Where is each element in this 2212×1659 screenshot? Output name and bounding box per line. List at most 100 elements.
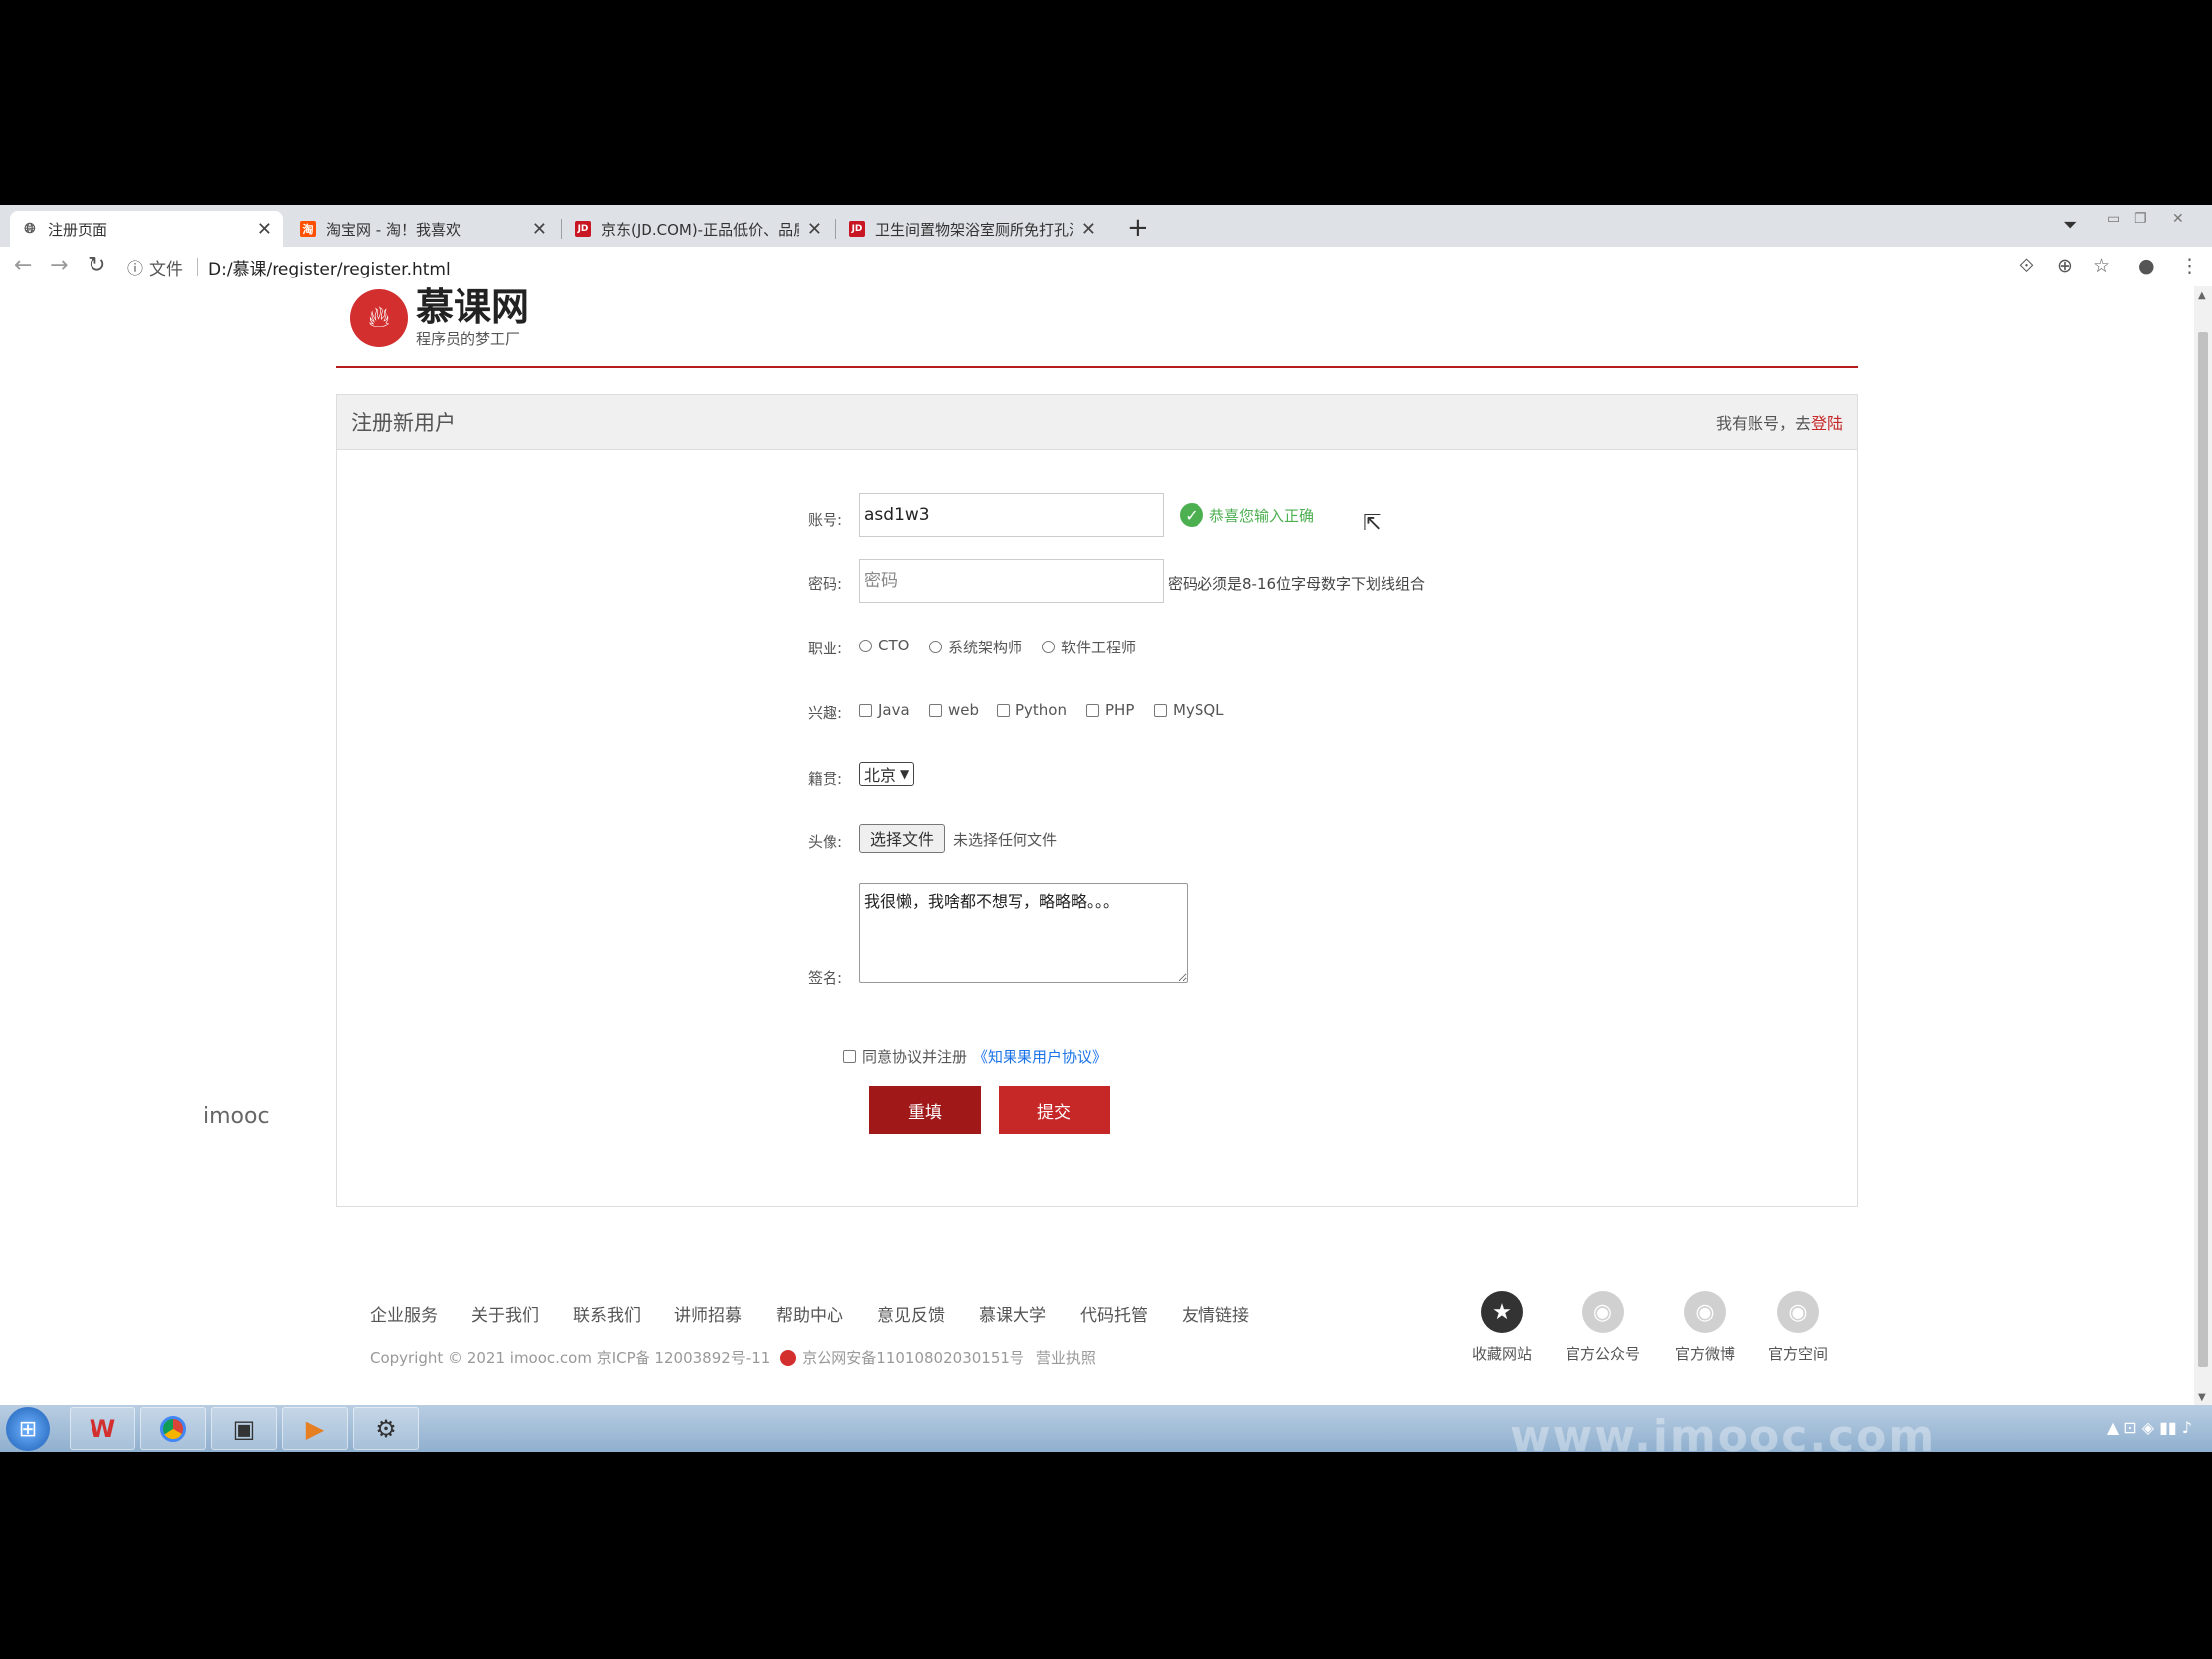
login-link[interactable]: 登陆	[1811, 414, 1843, 433]
tab-taobao[interactable]: 淘 淘宝网 - 淘！我喜欢 ✕	[288, 211, 559, 247]
social-weibo[interactable]: ◉ 官方微博	[1675, 1291, 1735, 1364]
footer-link-friends[interactable]: 友情链接	[1182, 1301, 1249, 1326]
submit-button[interactable]: 提交	[999, 1086, 1110, 1134]
job-option-architect[interactable]: 系统架构师	[929, 637, 1022, 657]
social-favorite[interactable]: ★ 收藏网站	[1472, 1291, 1532, 1364]
tab-title: 注册页面	[48, 220, 108, 239]
panel-title: 注册新用户	[351, 411, 456, 435]
checkbox[interactable]	[859, 703, 872, 717]
windows-start-icon[interactable]: ⊞	[6, 1407, 50, 1451]
tab-jd[interactable]: JD 京东(JD.COM)-正品低价、品质 ✕	[563, 211, 833, 247]
footer-links: 企业服务 关于我们 联系我们 讲师招募 帮助中心 意见反馈 慕课大学 代码托管 …	[370, 1301, 1249, 1326]
business-license[interactable]: 营业执照	[1036, 1347, 1096, 1368]
page-scrollbar[interactable]: ▲ ▼	[2194, 286, 2212, 1405]
browser-toolbar: ← → ↻ ⓘ 文件 D:/慕课/register/register.html …	[0, 247, 2212, 287]
tab-register-page[interactable]: 🌐︎ 注册页面 ✕	[10, 211, 283, 247]
wps-app-icon[interactable]: W	[70, 1407, 135, 1450]
chrome-app-icon[interactable]	[140, 1407, 206, 1450]
hobby-option-java[interactable]: Java	[859, 701, 910, 719]
signature-textarea[interactable]	[859, 883, 1188, 983]
hobby-option-php[interactable]: PHP	[1086, 701, 1134, 719]
account-label: 账号:	[808, 511, 843, 529]
radio-button[interactable]	[859, 639, 872, 652]
watermark: www.imooc.com	[1510, 1411, 1936, 1452]
info-icon[interactable]: ⓘ	[127, 255, 143, 278]
checkbox[interactable]	[997, 703, 1010, 717]
account-input[interactable]	[859, 493, 1164, 537]
social-label: 收藏网站	[1472, 1345, 1533, 1363]
wechat-icon: ◉	[1581, 1291, 1624, 1333]
system-tray-icon[interactable]: ▲ ⊡ ◈ ▮▮ ♪	[2107, 1418, 2192, 1437]
select-value: 北京	[864, 766, 897, 785]
footer-link-code-hosting[interactable]: 代码托管	[1080, 1301, 1148, 1326]
header-divider	[336, 366, 1858, 368]
hobby-option-mysql[interactable]: MySQL	[1154, 701, 1224, 719]
copyright: Copyright © 2021 imooc.com 京ICP备 1200389…	[370, 1347, 1096, 1368]
reload-icon[interactable]: ↻	[88, 253, 105, 277]
social-wechat[interactable]: ◉ 官方公众号	[1566, 1291, 1640, 1364]
hobby-option-python[interactable]: Python	[997, 701, 1067, 719]
translate-icon[interactable]: ⟐	[2019, 255, 2034, 276]
choose-file-button[interactable]: 选择文件	[859, 824, 946, 853]
tab-title: 淘宝网 - 淘！我喜欢	[326, 220, 461, 239]
job-label: 职业:	[808, 640, 843, 657]
menu-icon[interactable]: ⋮	[2180, 255, 2199, 276]
scroll-up-icon[interactable]: ▲	[2198, 290, 2206, 301]
signature-label: 签名:	[808, 969, 843, 987]
checkbox[interactable]	[1154, 703, 1167, 717]
hometown-select[interactable]: 北京 ▼	[859, 762, 915, 786]
job-option-cto[interactable]: CTO	[859, 637, 909, 654]
footer-link-enterprise[interactable]: 企业服务	[370, 1301, 438, 1326]
reset-button[interactable]: 重填	[869, 1086, 981, 1134]
footer-link-help[interactable]: 帮助中心	[776, 1301, 843, 1326]
site-logo[interactable]: 🔥︎ 慕课网 程序员的梦工厂	[350, 286, 529, 349]
police-badge-icon	[780, 1349, 797, 1366]
zoom-icon[interactable]: ⊕	[2057, 255, 2073, 276]
footer-link-contact[interactable]: 联系我们	[573, 1301, 641, 1326]
job-option-engineer[interactable]: 软件工程师	[1042, 637, 1136, 657]
close-icon[interactable]: ✕	[807, 219, 822, 240]
footer-link-feedback[interactable]: 意见反馈	[877, 1301, 945, 1326]
address-bar[interactable]: ⓘ 文件 D:/慕课/register/register.html	[127, 252, 2017, 281]
restore-icon[interactable]: ❐	[2134, 211, 2147, 227]
checkbox[interactable]	[929, 703, 942, 717]
footer-link-recruit[interactable]: 讲师招募	[674, 1301, 742, 1326]
page-viewport: 🔥︎ 慕课网 程序员的梦工厂 注册新用户 我有账号，去登陆 账号: ✓ 恭喜您输…	[0, 286, 2194, 1405]
panel-header: 注册新用户 我有账号，去登陆	[337, 395, 1857, 450]
new-tab-button[interactable]: +	[1127, 213, 1149, 243]
profile-icon[interactable]: ●	[2138, 255, 2155, 276]
url-text[interactable]: D:/慕课/register/register.html	[208, 255, 451, 279]
qq-icon: ◉	[1777, 1291, 1819, 1333]
agreement-link[interactable]: 《知果果用户协议》	[973, 1046, 1107, 1067]
footer-link-about[interactable]: 关于我们	[471, 1301, 539, 1326]
footer-link-university[interactable]: 慕课大学	[979, 1301, 1046, 1326]
close-icon[interactable]: ✕	[532, 219, 547, 240]
bookmark-star-icon[interactable]: ☆	[2093, 255, 2110, 276]
back-icon[interactable]: ←	[14, 253, 32, 277]
tab-strip: 🌐︎ 注册页面 ✕ 淘 淘宝网 - 淘！我喜欢 ✕ JD 京东(JD.COM)-…	[0, 205, 2212, 247]
minimize-icon[interactable]: ▭	[2107, 211, 2120, 227]
tab-jd-product[interactable]: JD 卫生间置物架浴室厕所免打孔洗 ✕	[837, 211, 1108, 247]
scroll-down-icon[interactable]: ▼	[2198, 1392, 2206, 1403]
tab-separator	[561, 219, 562, 239]
window-close-icon[interactable]: ✕	[2172, 211, 2184, 227]
monitor-app-icon[interactable]: ▣	[211, 1407, 276, 1450]
close-icon[interactable]: ✕	[257, 219, 272, 240]
tab-search-icon[interactable]: ⏷	[2063, 215, 2077, 236]
password-input[interactable]	[859, 559, 1164, 603]
radio-button[interactable]	[1042, 641, 1055, 653]
file-status: 未选择任何文件	[953, 831, 1058, 849]
police-record[interactable]: 京公网安备11010802030151号	[802, 1347, 1024, 1368]
media-player-app-icon[interactable]: ▶	[282, 1407, 348, 1450]
agree-checkbox[interactable]	[843, 1050, 856, 1063]
hobby-option-web[interactable]: web	[929, 701, 979, 719]
social-qq[interactable]: ◉ 官方空间	[1768, 1291, 1828, 1364]
close-icon[interactable]: ✕	[1081, 219, 1096, 240]
tool-app-icon[interactable]: ⚙	[353, 1407, 419, 1450]
account-ok-message: ✓ 恭喜您输入正确	[1180, 503, 1314, 527]
checkbox[interactable]	[1086, 703, 1099, 717]
weibo-icon: ◉	[1684, 1291, 1726, 1333]
forward-icon[interactable]: →	[50, 253, 68, 277]
scrollbar-thumb[interactable]	[2198, 332, 2208, 1367]
radio-button[interactable]	[929, 641, 942, 653]
